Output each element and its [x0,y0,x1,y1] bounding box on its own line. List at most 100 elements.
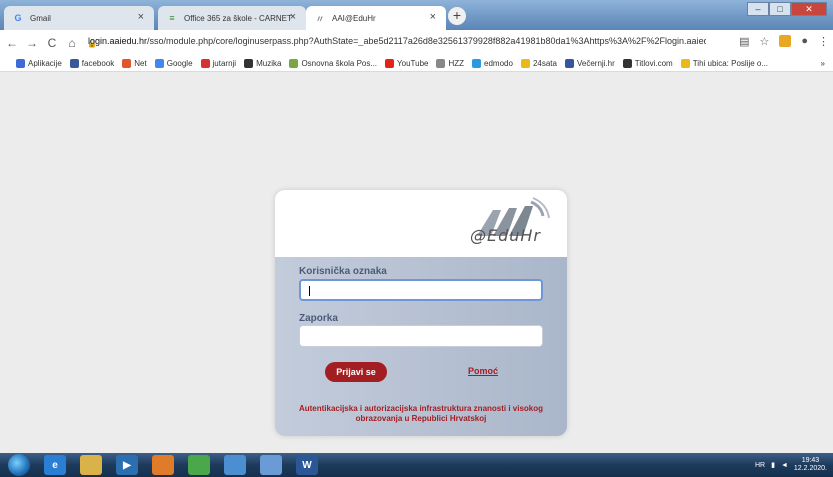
maximize-button[interactable]: □ [769,2,791,16]
bookmark-item[interactable]: HZZ [436,59,464,68]
star-icon[interactable]: ☆ [759,35,769,48]
bookmark-label: Tihi ubica: Poslije o... [692,59,769,68]
login-form: Korisnička oznaka Zaporka Prijavi se Pom… [275,257,567,436]
system-tray: HR ▮ ◄ 19:43 12.2.2020. [755,457,827,473]
bookmark-label: Osnovna škola Pos... [301,59,378,68]
bookmark-item[interactable]: Titlovi.com [622,59,673,68]
language-indicator[interactable]: HR [755,462,765,469]
aai-icon: 〃 [315,13,325,24]
toolbar-right: ▤ ☆ ● ⋮ [739,35,829,48]
clock[interactable]: 19:43 12.2.2020. [794,457,827,473]
bookmark-item[interactable]: Večernji.hr [564,59,615,68]
tab-strip: G Gmail × ≡ Office 365 za škole - CARNET… [0,0,833,30]
bookmark-item[interactable]: Net [122,59,147,68]
extension-icon[interactable] [779,35,792,47]
bookmark-item[interactable]: edmodo [472,59,513,68]
media-icon[interactable]: ▶ [116,455,138,475]
bookmark-icon [69,59,79,68]
url-path: /sso/module.php/core/loginuserpass.php?A… [147,36,706,46]
text-caret [309,286,310,296]
bookmark-label: HZZ [448,59,465,68]
password-label: Zaporka [299,313,338,324]
bookmark-item[interactable]: Google [154,59,193,68]
bookmark-item[interactable]: Osnovna škola Pos... [289,59,377,68]
bookmark-label: Večernji.hr [576,59,615,68]
logo-text: @EduHr [469,226,541,245]
url-host: login.aaiedu.hr [88,36,148,46]
chrome-icon[interactable] [188,455,210,475]
gmail-icon: G [14,13,22,23]
paint-icon[interactable] [260,455,282,475]
list-icon: ≡ [169,13,175,23]
bookmark-label: YouTube [397,59,429,68]
bookmark-item[interactable]: jutarnji [200,59,237,68]
home-icon[interactable]: ⌂ [64,36,80,50]
bookmark-icon [564,59,574,68]
translate-icon[interactable]: ▤ [739,35,749,48]
explorer-icon[interactable] [80,455,102,475]
app-icon[interactable] [224,455,246,475]
reload-icon[interactable]: C [44,36,60,50]
forward-icon[interactable]: → [24,36,40,50]
close-icon[interactable]: × [138,11,144,23]
url-field[interactable]: login.aaiedu.hr/sso/module.php/core/logi… [88,36,706,46]
clock-date: 12.2.2020. [793,465,827,472]
menu-icon[interactable]: ⋮ [818,35,829,48]
firefox-icon[interactable] [152,455,174,475]
help-link[interactable]: Pomoć [468,366,498,376]
profile-icon[interactable]: ● [801,35,808,48]
username-label: Korisnička oznaka [299,266,387,277]
back-icon[interactable]: ← [4,36,20,50]
bookmark-icon [289,59,299,68]
footer-text: Autentikacijska i autorizacijska infrast… [298,404,544,423]
bookmark-icon [16,59,25,68]
tab-title: Gmail [30,13,51,23]
ie-icon[interactable]: e [44,455,66,475]
word-icon[interactable]: W [296,455,318,475]
close-icon[interactable]: × [430,11,436,23]
tab-office365[interactable]: ≡ Office 365 za škole - CARNET × [158,6,306,30]
volume-icon[interactable]: ◄ [781,462,788,469]
bookmark-item[interactable]: Aplikacije [16,59,62,68]
new-tab-button[interactable]: + [448,7,466,25]
bookmark-item[interactable]: 24sata [520,59,557,68]
password-field[interactable] [299,325,543,347]
clock-time: 19:43 [801,457,820,464]
login-button[interactable]: Prijavi se [325,362,387,382]
bookmark-label: 24sata [532,59,557,68]
bookmarks-overflow-icon[interactable]: » [821,59,825,68]
bookmark-label: jutarnji [212,59,237,68]
tab-aai-eduhr[interactable]: 〃 AAI@EduHr × [306,6,446,30]
username-field[interactable] [299,279,543,301]
bookmark-icon [385,59,395,68]
bookmark-icon [520,59,530,68]
bookmark-item[interactable]: facebook [69,59,114,68]
tab-title: AAI@EduHr [332,13,376,23]
bookmark-item[interactable]: Tihi ubica: Poslije o... [680,59,769,68]
close-icon[interactable]: × [290,11,296,23]
login-card: @EduHr Korisnička oznaka Zaporka Prijavi… [275,190,567,436]
window-controls: – □ ✕ [747,2,827,16]
bookmark-label: Aplikacije [28,59,62,68]
bookmark-icon [200,59,210,68]
bookmark-label: Muzika [256,59,282,68]
tab-gmail[interactable]: G Gmail × [4,6,154,30]
bookmark-icon [122,59,132,68]
bookmark-label: Google [166,59,193,68]
bookmark-item[interactable]: YouTube [385,59,428,68]
bookmark-icon [244,59,254,68]
address-bar: ← → C ⌂ 🔒 login.aaiedu.hr/sso/module.php… [0,30,833,56]
bookmark-icon [154,59,164,68]
bookmarks-bar: Aplikacije facebook Net Google jutarnji Muzik… [0,56,833,72]
bookmark-label: Net [134,59,147,68]
bookmark-icon [472,59,482,68]
bookmark-item[interactable]: Muzika [244,59,281,68]
start-button[interactable] [8,454,30,476]
tab-title: Office 365 za škole - CARNET [184,13,292,23]
network-icon[interactable]: ▮ [771,461,775,469]
bookmark-icon [680,59,690,68]
minimize-button[interactable]: – [747,2,769,16]
bookmark-icon [622,59,632,68]
close-window-button[interactable]: ✕ [791,2,827,16]
bookmark-label: Titlovi.com [634,59,673,68]
